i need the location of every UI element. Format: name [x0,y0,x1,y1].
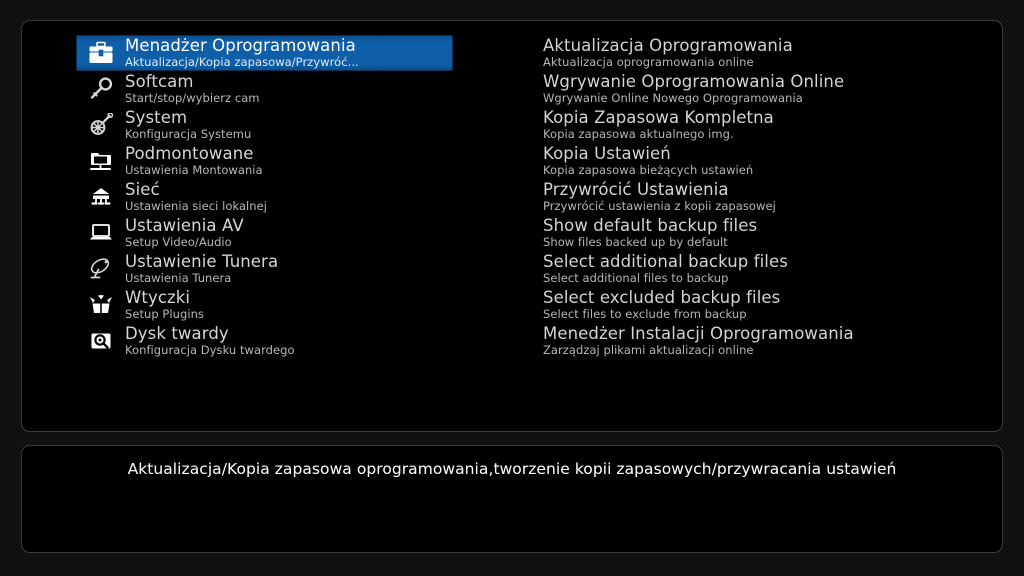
menu-item-subtitle: Start/stop/wybierz cam [125,91,260,105]
submenu-item-4[interactable]: Przywrócić Ustawienia Przywrócić ustawien… [543,179,963,215]
menu-item-subtitle: Ustawienia sieci lokalnej [125,199,268,213]
submenu-item-title: Kopia Ustawień [543,144,671,163]
submenu-item-7[interactable]: Select excluded backup files Select files… [543,287,963,323]
menu-item-text: Podmontowane Ustawienia Montowania [125,144,509,178]
menu-item-text: Ustawienia AV Setup Video/Audio [125,216,509,250]
menu-item-title: Softcam [125,72,194,91]
main-menu-list: Menadżer Oprogramowania Aktualizacja/Kopi… [76,35,509,359]
submenu-item-subtitle: Kopia zapasowa bieżących ustawień [543,163,754,177]
submenu-item-text: Kopia Ustawień Kopia zapasowa bieżących u… [543,144,963,178]
menu-item-subtitle: Aktualizacja/Kopia zapasowa/Przywróć... [125,55,359,69]
menu-item-subtitle: Konfiguracja Systemu [125,127,252,141]
open-box-icon [77,288,125,322]
submenu-item-text: Wgrywanie Oprogramowania Online Wgrywanie… [543,72,963,106]
submenu-item-title: Aktualizacja Oprogramowania [543,36,793,55]
menu-item-subtitle: Setup Video/Audio [125,235,232,249]
submenu-item-title: Przywrócić Ustawienia [543,180,729,199]
submenu-item-5[interactable]: Show default backup files Show files back… [543,215,963,251]
submenu-item-subtitle: Wgrywanie Online Nowego Oprogramowania [543,91,803,105]
menu-item-subtitle: Konfiguracja Dysku twardego [125,343,295,357]
menu-item-text: Sieć Ustawienia sieci lokalnej [125,180,509,214]
submenu-item-text: Kopia Zapasowa Kompletna Kopia zapasowa a… [543,108,963,142]
submenu-item-text: Aktualizacja Oprogramowania Aktualizacja … [543,36,963,70]
description-text: Aktualizacja/Kopia zapasowa oprogramowan… [127,460,897,478]
menu-item-subtitle: Setup Plugins [125,307,204,321]
submenu-item-subtitle: Kopia zapasowa aktualnego img. [543,127,734,141]
menu-item-2[interactable]: System Konfiguracja Systemu [77,107,509,143]
submenu-item-title: Show default backup files [543,216,758,235]
submenu-item-3[interactable]: Kopia Ustawień Kopia zapasowa bieżących u… [543,143,963,179]
submenu-item-title: Select additional backup files [543,252,788,271]
menu-item-0[interactable]: Menadżer Oprogramowania Aktualizacja/Kopi… [76,35,453,71]
description-panel: Aktualizacja/Kopia zapasowa oprogramowan… [21,445,1003,553]
harddisk-icon [77,324,125,358]
menu-item-title: Ustawienia AV [125,216,244,235]
menu-item-6[interactable]: Ustawienie Tunera Ustawienia Tunera [77,251,509,287]
satellite-dish-icon [77,252,125,286]
menu-item-subtitle: Ustawienia Montowania [125,163,263,177]
network-folder-icon [77,144,125,178]
menu-item-text: Ustawienie Tunera Ustawienia Tunera [125,252,509,286]
menu-item-text: System Konfiguracja Systemu [125,108,509,142]
submenu-item-subtitle: Przywrócić ustawienia z kopii zapasowej [543,199,776,213]
submenu-item-8[interactable]: Menedżer Instalacji Oprogramowania Zarząd… [543,323,963,359]
menu-item-7[interactable]: Wtyczki Setup Plugins [77,287,509,323]
screen: Menadżer Oprogramowania Aktualizacja/Kopi… [0,0,1024,576]
menu-item-title: Wtyczki [125,288,191,307]
toolbox-icon [77,36,125,70]
network-hub-icon [77,180,125,214]
submenu-item-text: Select additional backup files Select add… [543,252,963,286]
submenu-item-subtitle: Zarządzaj plikami aktualizacji online [543,343,754,357]
menu-item-subtitle: Ustawienia Tunera [125,271,232,285]
submenu-item-text: Przywrócić Ustawienia Przywrócić ustawien… [543,180,963,214]
submenu-item-1[interactable]: Wgrywanie Oprogramowania Online Wgrywanie… [543,71,963,107]
main-menu-panel: Menadżer Oprogramowania Aktualizacja/Kopi… [21,20,1003,432]
submenu-item-title: Kopia Zapasowa Kompletna [543,108,774,127]
submenu-item-subtitle: Show files backed up by default [543,235,728,249]
menu-item-3[interactable]: Podmontowane Ustawienia Montowania [77,143,509,179]
gear-screwdriver-icon [77,108,125,142]
menu-item-text: Softcam Start/stop/wybierz cam [125,72,509,106]
software-manager-submenu-list: Aktualizacja Oprogramowania Aktualizacja … [543,35,963,359]
menu-item-4[interactable]: Sieć Ustawienia sieci lokalnej [77,179,509,215]
menu-item-title: Menadżer Oprogramowania [125,36,356,55]
menu-item-title: Sieć [125,180,160,199]
submenu-item-text: Menedżer Instalacji Oprogramowania Zarząd… [543,324,963,358]
menu-item-text: Dysk twardy Konfiguracja Dysku twardego [125,324,509,358]
menu-item-1[interactable]: Softcam Start/stop/wybierz cam [77,71,509,107]
menu-item-5[interactable]: Ustawienia AV Setup Video/Audio [77,215,509,251]
menu-item-8[interactable]: Dysk twardy Konfiguracja Dysku twardego [77,323,509,359]
submenu-item-title: Menedżer Instalacji Oprogramowania [543,324,854,343]
menu-item-title: Ustawienie Tunera [125,252,279,271]
submenu-item-0[interactable]: Aktualizacja Oprogramowania Aktualizacja … [543,35,963,71]
menu-item-text: Menadżer Oprogramowania Aktualizacja/Kopi… [125,36,452,70]
submenu-item-title: Select excluded backup files [543,288,781,307]
submenu-item-subtitle: Select additional files to backup [543,271,729,285]
menu-item-title: Podmontowane [125,144,254,163]
menu-item-text: Wtyczki Setup Plugins [125,288,509,322]
submenu-item-text: Show default backup files Show files back… [543,216,963,250]
submenu-item-2[interactable]: Kopia Zapasowa Kompletna Kopia zapasowa a… [543,107,963,143]
submenu-item-6[interactable]: Select additional backup files Select add… [543,251,963,287]
key-icon [77,72,125,106]
submenu-item-text: Select excluded backup files Select files… [543,288,963,322]
submenu-item-subtitle: Select files to exclude from backup [543,307,747,321]
laptop-icon [77,216,125,250]
submenu-item-subtitle: Aktualizacja oprogramowania online [543,55,754,69]
menu-item-title: Dysk twardy [125,324,229,343]
menu-item-title: System [125,108,188,127]
submenu-item-title: Wgrywanie Oprogramowania Online [543,72,845,91]
